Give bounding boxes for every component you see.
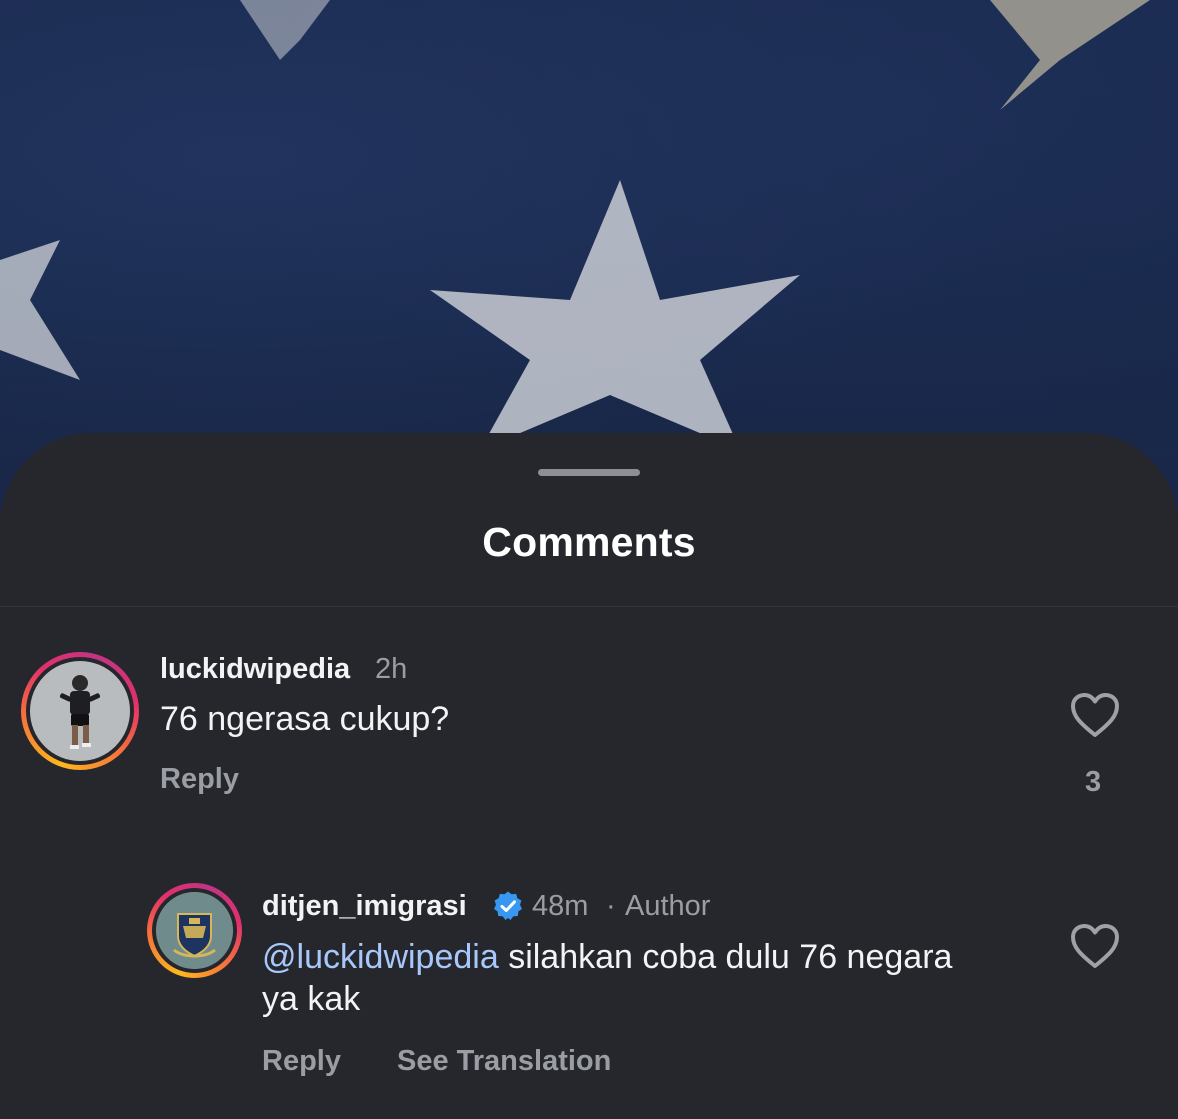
sheet-grabber-handle[interactable]	[538, 469, 640, 476]
avatar[interactable]	[21, 652, 139, 770]
author-tag: Author	[625, 890, 711, 922]
avatar[interactable]	[147, 883, 242, 978]
sheet-title: Comments	[482, 519, 696, 565]
meta-separator: ·	[606, 890, 616, 922]
comment-timestamp: 2h	[375, 653, 408, 685]
reply-button[interactable]: Reply	[262, 1045, 341, 1078]
header-divider	[0, 606, 1178, 607]
see-translation-button[interactable]: See Translation	[397, 1045, 611, 1078]
heart-outline-icon[interactable]	[1070, 692, 1120, 738]
verified-badge-icon	[494, 891, 522, 920]
comment-username[interactable]: luckidwipedia	[160, 653, 350, 686]
reply-username[interactable]: ditjen_imigrasi	[262, 890, 467, 923]
comment-text: 76 ngerasa cukup?	[160, 700, 450, 738]
reply-timestamp: 48m	[532, 890, 589, 922]
screen: Comments luckidwipedia 2h 76 ngerasa cuk…	[0, 0, 1178, 1119]
like-count: 3	[1085, 766, 1102, 798]
reply-button[interactable]: Reply	[160, 763, 239, 796]
heart-outline-icon[interactable]	[1070, 923, 1120, 969]
reply-text: @luckidwipedia silahkan coba dulu 76 neg…	[262, 936, 982, 1020]
mention-link[interactable]: @luckidwipedia	[262, 938, 499, 976]
